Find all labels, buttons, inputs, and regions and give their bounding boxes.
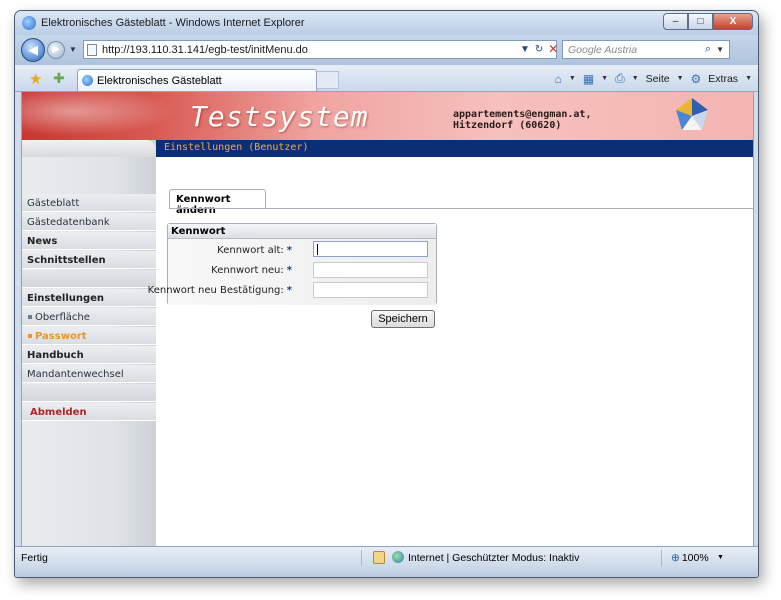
browser-window: Elektronisches Gästeblatt - Windows Inte… [14,10,759,578]
new-password-label: Kennwort neu: * [211,265,292,276]
search-dropdown-icon[interactable]: ▼ [716,45,724,54]
save-button[interactable]: Speichern [371,310,435,328]
address-row: ◀ ▶ ▼ http://193.110.31.141/egb-test/ini… [15,35,758,65]
required-marker: * [286,265,292,276]
sidebar-item-gaestedatenbank[interactable]: Gästedatenbank [22,213,156,231]
password-panel: Kennwort Kennwort alt: * Kennwort neu: * K… [148,223,437,305]
sidebar-item-oberflaeche[interactable]: Oberfläche [22,308,156,326]
status-bar: Fertig Internet | Geschützter Modus: Ina… [15,546,758,569]
history-dropdown-icon[interactable]: ▼ [69,45,77,54]
favorites-star-icon[interactable]: ★ [29,70,42,88]
old-password-field[interactable] [313,241,428,257]
new-tab-button[interactable] [317,71,339,89]
command-bar: ⌂ ▼ ▦ ▼ ⎙ ▼ Seite ▼ ⚙ Extras ▼ [555,71,752,86]
sidebar-item-einstellungen[interactable]: Einstellungen [22,289,156,307]
site-banner: Testsystem appartements@engman.at, Hitze… [22,92,753,140]
home-dropdown-icon[interactable]: ▼ [569,75,576,82]
forward-button[interactable]: ▶ [47,41,65,59]
sidebar-item-schnittstellen[interactable]: Schnittstellen [22,251,156,269]
tab-divider [169,208,753,209]
page-dropdown-icon[interactable]: ▼ [677,75,684,82]
tab-page-icon [82,75,93,86]
home-icon[interactable]: ⌂ [555,72,562,86]
close-button[interactable]: X [713,13,753,30]
section-header: Einstellungen (Benutzer) [164,142,309,153]
sidebar-item-news[interactable]: News [22,232,156,250]
window-title: Elektronisches Gästeblatt - Windows Inte… [41,17,305,29]
bullet-icon [28,315,32,319]
required-marker: * [286,285,292,296]
section-header-bar: Einstellungen (Benutzer) [156,140,753,157]
old-password-label: Kennwort alt: * [217,245,292,256]
security-zone[interactable]: Internet | Geschützter Modus: Inaktiv [408,552,579,564]
text-caret [317,244,318,255]
extras-menu[interactable]: Extras [708,73,738,85]
zoom-dropdown-icon[interactable]: ▼ [717,554,724,561]
globe-icon [392,551,404,563]
zoom-icon: ⊕ [671,552,680,564]
browser-tab[interactable]: Elektronisches Gästeblatt [77,69,317,91]
sidebar-cap [22,140,156,157]
protected-mode-icon[interactable] [373,551,385,564]
status-divider [361,550,362,566]
sidebar-item-passwort[interactable]: Passwort [22,327,156,345]
print-dropdown-icon[interactable]: ▼ [632,75,639,82]
confirm-password-field[interactable] [313,282,428,298]
sidebar-item-abmelden[interactable]: Abmelden [22,403,156,421]
zoom-level[interactable]: ⊕ 100% [671,552,709,564]
add-favorites-icon[interactable]: ✚ [53,70,65,87]
window-controls: – □ X [663,13,753,30]
account-info: appartements@engman.at, Hitzendorf (6062… [453,109,591,131]
sidebar-menu: Gästeblatt Gästedatenbank News Schnittst… [22,140,156,546]
account-email: appartements@engman.at, [453,109,592,120]
banner-title: Testsystem [190,100,369,133]
address-dropdown-icon[interactable]: ▼ [520,44,530,55]
url-text[interactable]: http://193.110.31.141/egb-test/initMenu.… [102,44,308,56]
minimize-button[interactable]: – [663,13,688,30]
new-password-field[interactable] [313,262,428,278]
print-icon[interactable]: ⎙ [615,71,625,86]
tab-kennwort-aendern[interactable]: Kennwort ändern [169,189,266,216]
banner-decoration [22,92,192,140]
sidebar-item-gaesteblatt[interactable]: Gästeblatt [22,194,156,212]
feeds-icon[interactable]: ▦ [583,72,594,86]
company-logo-icon [676,98,708,130]
refresh-icon[interactable]: ↻ [535,44,543,55]
window-bottom-frame [15,569,758,577]
page-menu[interactable]: Seite [646,73,670,85]
panel-title: Kennwort [168,224,436,239]
ie-logo-icon [22,16,36,30]
sidebar-item-mandantenwechsel[interactable]: Mandantenwechsel [22,365,156,383]
page-viewport: Testsystem appartements@engman.at, Hitze… [21,92,754,546]
status-divider [661,550,662,566]
gear-icon[interactable]: ⚙ [691,72,702,86]
page-icon [87,44,97,56]
sidebar-item-handbuch[interactable]: Handbuch [22,346,156,364]
status-text: Fertig [21,552,48,564]
required-marker: * [286,245,292,256]
back-button[interactable]: ◀ [21,38,45,62]
maximize-button[interactable]: □ [688,13,713,30]
feeds-dropdown-icon[interactable]: ▼ [601,75,608,82]
sidebar-spacer [22,270,156,288]
search-icon[interactable]: ⌕ [705,43,711,56]
account-location: Hitzendorf (60620) [453,120,562,131]
sidebar-spacer [22,384,156,402]
tab-row: ★ ✚ Elektronisches Gästeblatt ⌂ ▼ ▦ ▼ ⎙ ▼ S… [15,65,758,92]
address-bar[interactable]: http://193.110.31.141/egb-test/initMenu.… [83,40,557,59]
stop-icon[interactable]: ✕ [548,42,558,56]
bullet-icon [28,334,32,338]
panel-body: Kennwort alt: * Kennwort neu: * Kennwort n… [148,239,436,305]
confirm-password-label: Kennwort neu Bestätigung: * [147,285,292,296]
extras-dropdown-icon[interactable]: ▼ [745,75,752,82]
title-bar: Elektronisches Gästeblatt - Windows Inte… [15,11,758,35]
browser-tab-label: Elektronisches Gästeblatt [97,75,222,87]
search-placeholder: Google Austria [568,44,638,56]
search-input[interactable]: Google Austria ⌕ ▼ [562,40,730,59]
